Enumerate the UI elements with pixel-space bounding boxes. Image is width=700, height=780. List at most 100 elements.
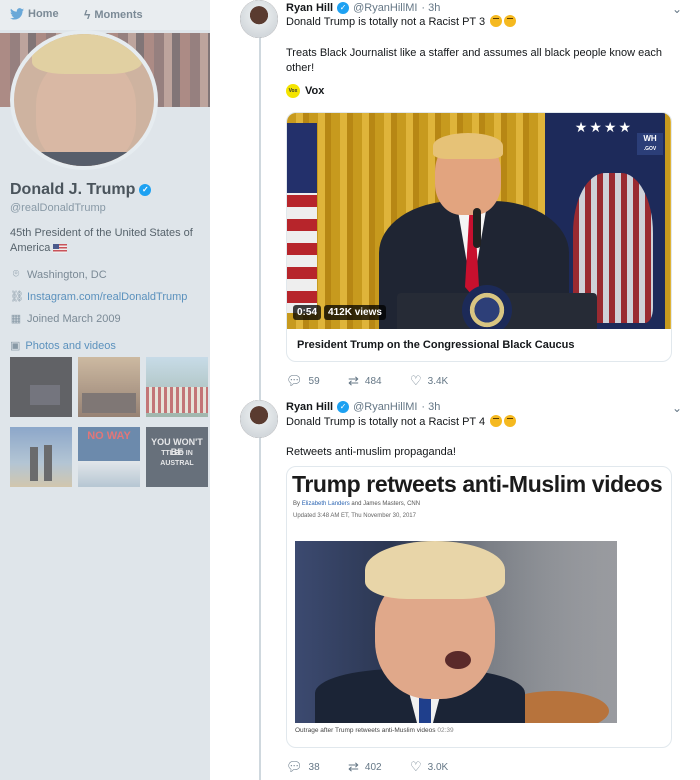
- nav-moments-label: Moments: [94, 9, 143, 21]
- byline-author-link[interactable]: Elizabeth Landers: [302, 501, 350, 507]
- tweet-text-content: Donald Trump is totally not a Racist PT …: [286, 416, 486, 428]
- media-thumbnail[interactable]: [10, 357, 72, 417]
- tweet-text-content: Donald Trump is totally not a Racist PT …: [286, 16, 486, 28]
- like-count: 3.0K: [427, 761, 449, 773]
- profile-avatar[interactable]: [10, 30, 158, 170]
- calendar-icon: ▦: [10, 313, 22, 325]
- video-card[interactable]: ★★★★ WH .GOV 0:54 412K views President T…: [286, 112, 672, 362]
- video-views: 412K views: [324, 305, 386, 320]
- profile-joined: ▦ Joined March 2009: [10, 312, 121, 326]
- tweet-timestamp[interactable]: · 3h: [421, 401, 440, 413]
- thinking-face-emoji-icon: [490, 415, 503, 427]
- like-button[interactable]: ♡ 3.4K: [410, 373, 472, 389]
- profile-website[interactable]: ⛓ Instagram.com/realDonaldTrump: [10, 290, 187, 304]
- article-updated: Updated 3:48 AM ET, Thu November 30, 201…: [293, 513, 416, 519]
- tweet-avatar[interactable]: [240, 0, 278, 38]
- tweet-body: Retweets anti-muslim propaganda!: [286, 446, 456, 458]
- nav-home[interactable]: Home: [10, 8, 59, 20]
- video-duration: 0:54: [293, 305, 322, 320]
- tweet-avatar[interactable]: [240, 400, 278, 438]
- image-icon: ▣: [10, 340, 21, 352]
- us-flag-graphic: [287, 123, 317, 313]
- tweet-text: Donald Trump is totally not a Racist PT …: [286, 15, 517, 30]
- media-thumbnail[interactable]: YOU WON'T BE TTLED IN AUSTRAL: [146, 427, 208, 487]
- tweet-source-label[interactable]: Vox: [305, 85, 324, 97]
- thinking-face-emoji-icon: [490, 15, 503, 27]
- verified-badge-icon: ✓: [337, 2, 350, 14]
- retweet-button[interactable]: ⇄ 484: [348, 373, 410, 389]
- photos-and-videos-link[interactable]: ▣ Photos and videos: [10, 339, 116, 353]
- reply-icon: 💬︎: [286, 373, 303, 388]
- caption-time: 02:39: [437, 727, 454, 734]
- photos-and-videos-label[interactable]: Photos and videos: [25, 340, 116, 352]
- verified-badge-icon: ✓: [337, 401, 350, 413]
- profile-name-row: Donald J. Trump ✓: [10, 181, 152, 199]
- location-pin-icon: ⌾: [12, 268, 20, 280]
- verified-badge-icon: ✓: [139, 184, 152, 196]
- tweet-author-name[interactable]: Ryan Hill: [286, 401, 333, 413]
- byline-rest: and James Masters, CNN: [351, 501, 421, 507]
- thread-connector: [259, 36, 261, 406]
- profile-handle: @realDonaldTrump: [10, 202, 106, 214]
- article-card[interactable]: Trump retweets anti-Muslim videos By Eli…: [286, 466, 672, 748]
- us-flag-icon: [53, 243, 68, 253]
- reply-button[interactable]: 💬︎ 38: [286, 759, 348, 775]
- profile-location-text: Washington, DC: [27, 268, 107, 281]
- tweet-header: Ryan Hill ✓ @RyanHillMI · 3h: [286, 2, 440, 14]
- profile-joined-text: Joined March 2009: [27, 312, 121, 325]
- article-headline[interactable]: Trump retweets anti-Muslim videos: [292, 471, 663, 498]
- retweet-button[interactable]: ⇄ 402: [348, 759, 410, 775]
- article-byline: By Elizabeth Landers and James Masters, …: [293, 501, 420, 507]
- video-badges: 0:54 412K views: [293, 305, 386, 320]
- article-photo[interactable]: [295, 541, 617, 723]
- tweet-text: Donald Trump is totally not a Racist PT …: [286, 415, 517, 430]
- media-thumbnail[interactable]: [10, 427, 72, 487]
- vox-logo-icon: Vox: [286, 84, 300, 98]
- lightning-icon: ϟ: [84, 8, 91, 22]
- reply-count: 59: [308, 375, 320, 387]
- tweet-actions: 💬︎ 59 ⇄ 484 ♡ 3.4K: [286, 373, 472, 389]
- nav-home-label: Home: [28, 8, 59, 20]
- reply-count: 38: [308, 761, 320, 773]
- conversation-timeline: Ryan Hill ✓ @RyanHillMI · 3h ⌄ Donald Tr…: [210, 0, 700, 780]
- top-nav: Home ϟ Moments: [0, 0, 210, 30]
- media-thumbnail[interactable]: [78, 357, 140, 417]
- like-count: 3.4K: [427, 375, 449, 387]
- tweet-author-handle[interactable]: @RyanHillMI: [353, 401, 417, 413]
- tweet-source[interactable]: Vox Vox: [286, 84, 324, 98]
- profile-panel: Home ϟ Moments Donald J. Trump ✓ @realDo…: [0, 0, 210, 780]
- wh-logo-sub: .GOV: [643, 146, 657, 152]
- link-icon: ⛓: [10, 291, 24, 303]
- profile-name: Donald J. Trump: [10, 181, 136, 198]
- reply-icon: 💬︎: [286, 759, 303, 774]
- card-title[interactable]: President Trump on the Congressional Bla…: [297, 339, 575, 351]
- media-thumbnail[interactable]: [146, 357, 208, 417]
- tweet-author-name[interactable]: Ryan Hill: [286, 2, 333, 14]
- video-player[interactable]: ★★★★ WH .GOV 0:54 412K views: [287, 113, 671, 329]
- reply-button[interactable]: 💬︎ 59: [286, 373, 348, 389]
- article-caption: Outrage after Trump retweets anti-Muslim…: [295, 727, 454, 734]
- tweet-author-handle[interactable]: @RyanHillMI: [353, 2, 417, 14]
- heart-icon: ♡: [410, 759, 422, 774]
- profile-location: ⌾ Washington, DC: [10, 268, 107, 281]
- thinking-face-emoji-icon: [504, 415, 517, 427]
- tweet-actions: 💬︎ 38 ⇄ 402 ♡ 3.0K: [286, 759, 472, 775]
- retweet-icon: ⇄: [348, 759, 359, 774]
- tweet-header: Ryan Hill ✓ @RyanHillMI · 3h: [286, 401, 440, 413]
- thread-connector: [259, 438, 261, 780]
- profile-bio-text: 45th President of the United States of A…: [10, 227, 193, 254]
- nav-moments[interactable]: ϟ Moments: [84, 8, 143, 22]
- tweet-body: Treats Black Journalist like a staffer a…: [286, 47, 663, 74]
- twitter-bird-icon: [10, 8, 24, 20]
- like-button[interactable]: ♡ 3.0K: [410, 759, 472, 775]
- chevron-down-icon[interactable]: ⌄: [672, 401, 682, 415]
- presidential-seal-icon: [462, 285, 512, 329]
- byline-by: By: [293, 501, 301, 507]
- caption-text: Outrage after Trump retweets anti-Muslim…: [295, 727, 436, 734]
- media-thumbnail[interactable]: NO WAY: [78, 427, 140, 487]
- chevron-down-icon[interactable]: ⌄: [672, 2, 682, 16]
- profile-website-text[interactable]: Instagram.com/realDonaldTrump: [27, 291, 187, 303]
- thinking-face-emoji-icon: [504, 15, 517, 27]
- wh-gov-logo-icon: WH .GOV: [637, 133, 663, 155]
- tweet-timestamp[interactable]: · 3h: [421, 2, 440, 14]
